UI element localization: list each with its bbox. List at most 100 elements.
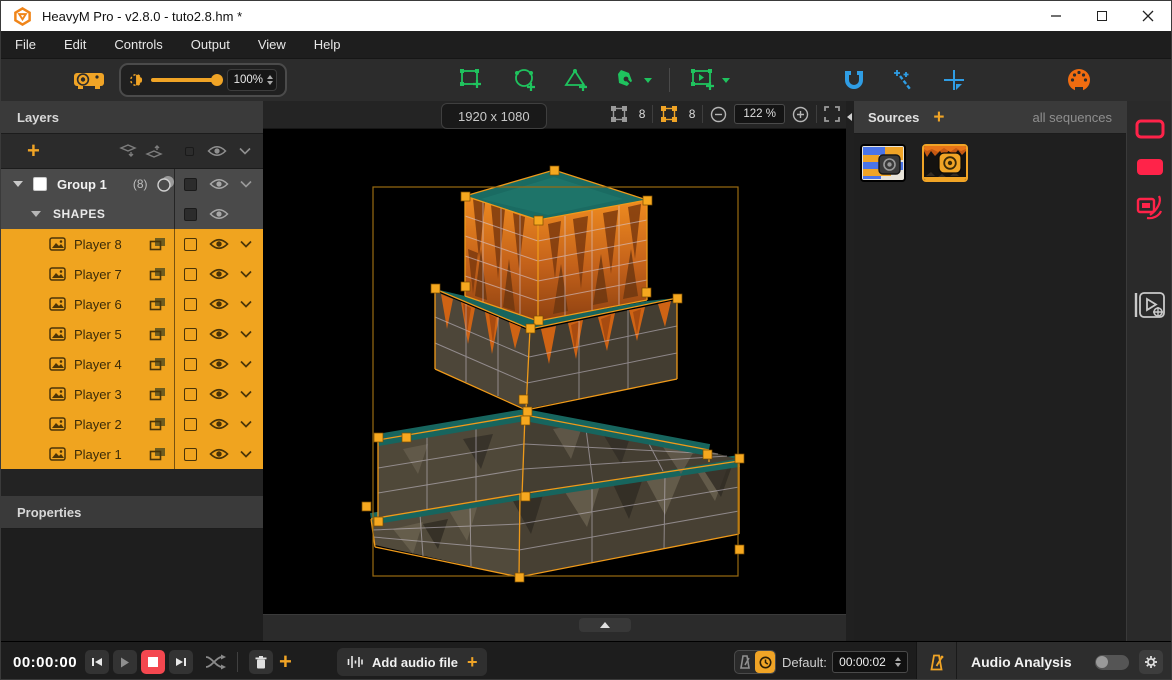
metronome-mode-icon[interactable] — [735, 651, 755, 673]
menu-view[interactable]: View — [244, 31, 300, 58]
delete-track-button[interactable] — [249, 650, 273, 674]
shapes-expand-triangle[interactable] — [31, 211, 41, 217]
audio-analysis-toggle[interactable] — [1095, 655, 1129, 670]
shapes-eye-icon[interactable] — [209, 208, 229, 220]
chevron-down-icon[interactable] — [240, 450, 252, 458]
layer-row-player[interactable]: Player 6 — [1, 289, 263, 319]
duplicate-icon[interactable] — [149, 357, 166, 371]
face-fill-mode-button[interactable] — [1135, 157, 1165, 182]
layer-row-player[interactable]: Player 3 — [1, 379, 263, 409]
duplicate-icon[interactable] — [149, 447, 166, 461]
crosshair-tool[interactable] — [941, 59, 967, 101]
layer-row-player[interactable]: Player 8 — [1, 229, 263, 259]
player-eye-icon[interactable] — [209, 418, 229, 430]
layer-row-player[interactable]: Player 7 — [1, 259, 263, 289]
add-source-button[interactable]: + — [933, 108, 944, 127]
skip-start-button[interactable] — [85, 650, 109, 674]
menu-file[interactable]: File — [1, 31, 50, 58]
magnet-tool[interactable] — [841, 59, 867, 101]
skip-end-button[interactable] — [169, 650, 193, 674]
zoom-level-box[interactable]: 122 % — [734, 104, 785, 124]
duplicate-icon[interactable] — [149, 237, 166, 251]
group-solo-checkbox[interactable] — [184, 178, 197, 191]
duplicate-icon[interactable] — [149, 327, 166, 341]
mapping-canvas[interactable] — [263, 129, 846, 614]
maximize-button[interactable] — [1079, 1, 1125, 31]
add-audio-file-button[interactable]: Add audio file + — [337, 648, 487, 676]
opacity-slider[interactable] — [151, 78, 216, 82]
group-expand-triangle[interactable] — [13, 181, 23, 187]
add-triangle-tool[interactable] — [563, 59, 591, 101]
player-solo-checkbox[interactable] — [184, 298, 197, 311]
chevron-down-icon[interactable] — [240, 360, 252, 368]
master-eye-icon[interactable] — [207, 145, 227, 157]
player-eye-icon[interactable] — [209, 388, 229, 400]
pen-dropdown-caret[interactable] — [644, 78, 652, 83]
midi-tool[interactable] — [1065, 59, 1093, 101]
close-button[interactable] — [1125, 1, 1171, 31]
chevron-down-icon[interactable] — [240, 240, 252, 248]
add-player-dropdown-caret[interactable] — [722, 78, 730, 83]
projector-icon[interactable] — [71, 59, 107, 101]
master-solo-checkbox[interactable] — [185, 147, 194, 156]
layer-row-player[interactable]: Player 4 — [1, 349, 263, 379]
chevron-down-icon[interactable] — [240, 420, 252, 428]
player-eye-icon[interactable] — [209, 268, 229, 280]
play-button[interactable] — [113, 650, 137, 674]
opacity-icon[interactable] — [156, 175, 176, 193]
layer-row-player[interactable]: Player 1 — [1, 439, 263, 469]
face-outline-mode-button[interactable] — [1135, 119, 1165, 144]
audio-analysis-settings-button[interactable] — [1139, 650, 1163, 674]
stop-button[interactable] — [141, 650, 165, 674]
default-duration-spinbox[interactable]: 00:00:02 — [832, 651, 908, 673]
player-eye-icon[interactable] — [209, 328, 229, 340]
layer-row-player[interactable]: Player 5 — [1, 319, 263, 349]
player-solo-checkbox[interactable] — [184, 238, 197, 251]
layer-row-shapes[interactable]: SHAPES — [1, 199, 263, 229]
fit-view-icon[interactable] — [824, 106, 840, 122]
menu-edit[interactable]: Edit — [50, 31, 100, 58]
add-group-button[interactable]: + — [27, 140, 40, 162]
add-quad-tool[interactable] — [457, 59, 485, 101]
timeline-expand-tab[interactable] — [579, 618, 631, 632]
player-eye-icon[interactable] — [209, 358, 229, 370]
minimize-button[interactable] — [1033, 1, 1079, 31]
layer-row-group[interactable]: Group 1 (8) — [1, 169, 263, 199]
player-eye-icon[interactable] — [209, 298, 229, 310]
player-settings-button[interactable] — [1133, 289, 1167, 326]
player-solo-checkbox[interactable] — [184, 448, 197, 461]
add-track-button[interactable]: + — [279, 642, 292, 680]
shuffle-icon[interactable] — [205, 642, 227, 680]
chevron-down-icon[interactable] — [240, 270, 252, 278]
player-solo-checkbox[interactable] — [184, 268, 197, 281]
chevron-down-icon[interactable] — [240, 180, 252, 188]
player-solo-checkbox[interactable] — [184, 358, 197, 371]
duplicate-icon[interactable] — [149, 417, 166, 431]
add-ellipse-tool[interactable] — [511, 59, 539, 101]
layer-row-player[interactable]: Player 2 — [1, 409, 263, 439]
magic-wand-tool[interactable] — [891, 59, 917, 101]
move-layer-down-icon[interactable] — [119, 143, 137, 159]
chevron-down-icon[interactable] — [240, 390, 252, 398]
chevron-down-icon[interactable] — [240, 300, 252, 308]
source-thumbnail-1[interactable] — [860, 144, 906, 182]
player-solo-checkbox[interactable] — [184, 418, 197, 431]
opacity-value-box[interactable]: 100% — [227, 69, 277, 91]
menu-help[interactable]: Help — [300, 31, 355, 58]
player-eye-icon[interactable] — [209, 238, 229, 250]
source-thumbnail-2-selected[interactable] — [922, 144, 968, 182]
panel-collapse-handle[interactable] — [846, 101, 854, 641]
shapes-solo-checkbox[interactable] — [184, 208, 197, 221]
move-layer-up-icon[interactable] — [145, 143, 163, 159]
menu-controls[interactable]: Controls — [100, 31, 176, 58]
player-eye-icon[interactable] — [209, 448, 229, 460]
metronome-icon[interactable] — [917, 642, 957, 680]
group-eye-icon[interactable] — [209, 178, 229, 190]
group-color-checkbox[interactable] — [33, 177, 47, 191]
draw-shape-mode-button[interactable] — [1135, 193, 1165, 226]
clock-mode-icon[interactable] — [755, 651, 775, 673]
zoom-out-icon[interactable] — [710, 106, 727, 123]
opacity-stepper[interactable] — [267, 75, 273, 85]
add-player-tool[interactable] — [685, 59, 733, 101]
duplicate-icon[interactable] — [149, 297, 166, 311]
